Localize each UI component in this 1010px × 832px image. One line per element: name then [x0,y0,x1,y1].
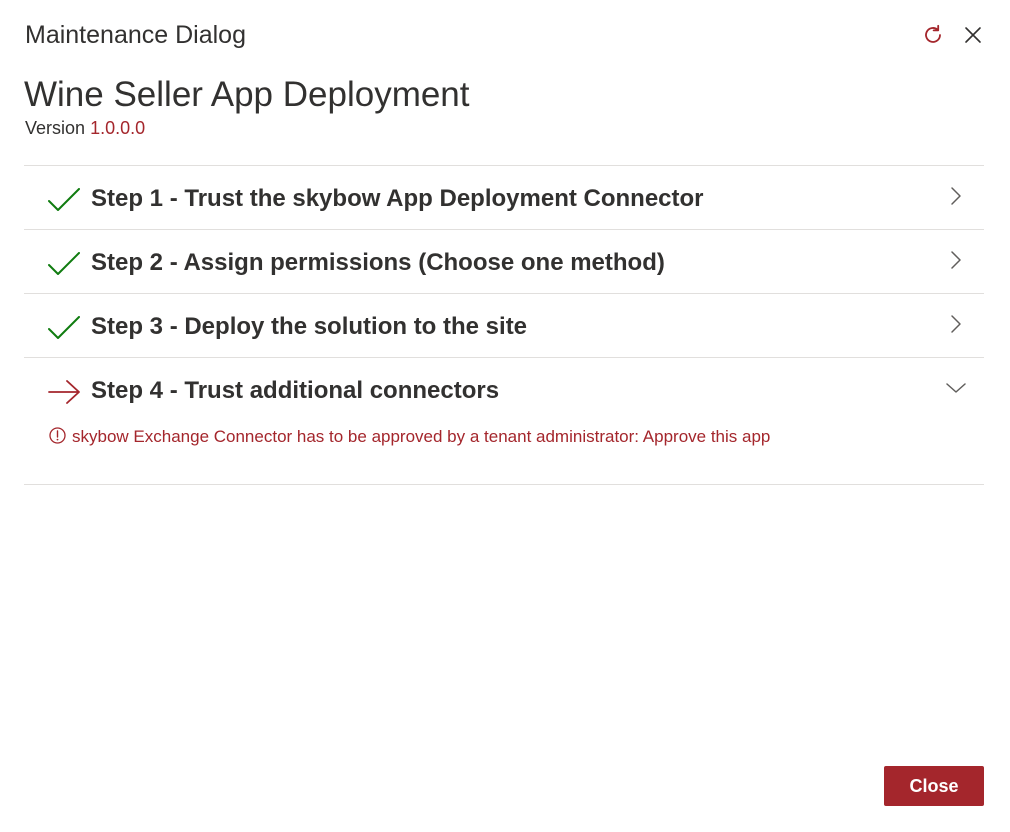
arrow-right-icon [48,380,80,404]
refresh-button[interactable] [920,22,946,48]
step-label: Step 1 - Trust the skybow App Deployment… [91,185,704,212]
step-label: Step 2 - Assign permissions (Choose one … [91,249,665,276]
dialog-title: Maintenance Dialog [25,21,246,49]
chevron-down-icon [946,383,966,393]
app-title: Wine Seller App Deployment [24,75,470,114]
checkmark-icon [48,316,80,339]
step-3[interactable]: Step 3 - Deploy the solution to the site [24,293,984,357]
close-icon [965,27,981,43]
approval-warning-text[interactable]: skybow Exchange Connector has to be appr… [72,426,770,448]
refresh-icon [925,24,941,43]
dialog-close-button[interactable] [960,22,986,48]
chevron-right-icon [951,315,961,333]
step-4[interactable]: Step 4 - Trust additional connectors sky… [24,357,984,485]
version-line: Version 1.0.0.0 [25,117,145,139]
steps-list: Step 1 - Trust the skybow App Deployment… [24,165,984,485]
approval-warning-message: skybow Exchange Connector has to be appr… [49,426,770,448]
step-1[interactable]: Step 1 - Trust the skybow App Deployment… [24,165,984,229]
version-value: 1.0.0.0 [90,118,146,138]
checkmark-icon [48,252,80,275]
version-label: Version [25,118,86,138]
header-actions [920,22,986,48]
checkmark-icon [48,188,80,211]
close-button[interactable]: Close [884,766,984,806]
chevron-right-icon [951,187,961,205]
warning-circle-icon [49,426,66,444]
chevron-right-icon [951,251,961,269]
step-label: Step 4 - Trust additional connectors [91,377,500,404]
step-2[interactable]: Step 2 - Assign permissions (Choose one … [24,229,984,293]
step-label: Step 3 - Deploy the solution to the site [91,313,528,340]
maintenance-dialog: Maintenance Dialog Wine Seller App Deplo… [0,0,1010,832]
